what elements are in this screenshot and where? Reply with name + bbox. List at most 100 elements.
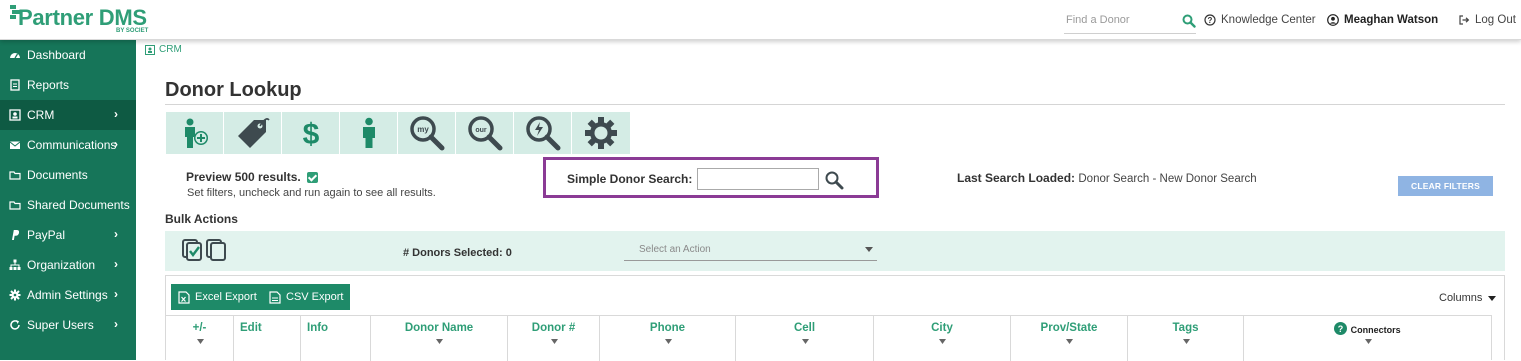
gifts-button[interactable]: $ (282, 112, 340, 154)
chevron-right-icon: › (114, 107, 118, 121)
filter-icon[interactable] (1182, 339, 1190, 344)
our-searches-button[interactable]: our (456, 112, 514, 154)
search-icon[interactable] (1182, 14, 1196, 28)
my-searches-button[interactable]: my (398, 112, 456, 154)
column-header-label: Donor # (531, 322, 576, 334)
filter-icon[interactable] (550, 339, 558, 344)
filter-icon[interactable] (1066, 339, 1073, 344)
user-menu[interactable]: Meaghan Watson (1327, 14, 1438, 26)
help-circle-icon[interactable]: ? (1334, 322, 1348, 335)
column-header-expand[interactable]: +/- (166, 316, 234, 361)
connectors-header: ? Connectors (1244, 322, 1491, 336)
preview-results-toggle[interactable]: Preview 500 results. (186, 170, 318, 184)
sidebar-item-communications[interactable]: Communications › (0, 130, 136, 160)
sidebar-item-documents[interactable]: Documents (0, 160, 136, 190)
paypal-icon (12, 230, 20, 240)
grid-scrollbar[interactable] (1491, 315, 1505, 360)
dollar-icon: $ (302, 118, 319, 149)
preview-checkbox[interactable] (306, 171, 318, 183)
columns-label: Columns (1439, 292, 1483, 304)
column-header-label: Connectors (1350, 325, 1401, 335)
column-header-edit[interactable]: Edit (234, 316, 301, 361)
sidebar-item-crm[interactable]: CRM › (0, 100, 136, 130)
column-header-connectors[interactable]: ? Connectors (1244, 316, 1491, 361)
sidebar-item-shared-documents[interactable]: Shared Documents (0, 190, 136, 220)
question-circle-icon: ? (1204, 14, 1216, 26)
person-icon (362, 117, 375, 148)
excel-export-button[interactable]: Excel Export (171, 284, 264, 310)
simple-search-input[interactable] (697, 168, 819, 190)
column-header-phone[interactable]: Phone (600, 316, 736, 361)
bulk-action-select[interactable]: Select an Action (624, 241, 877, 261)
envelope-icon (9, 141, 21, 149)
sidebar-item-admin-settings[interactable]: Admin Settings › (0, 280, 136, 310)
last-search-label: Last Search Loaded: (957, 171, 1076, 185)
title-divider (165, 104, 1505, 105)
svg-text:my: my (417, 125, 429, 134)
logout-link[interactable]: Log Out (1458, 14, 1516, 26)
chevron-right-icon: › (114, 317, 118, 331)
column-header-label: Info (307, 322, 329, 334)
bulk-actions-title: Bulk Actions (165, 212, 238, 226)
columns-menu-button[interactable]: Columns (1439, 292, 1497, 304)
column-header-tags[interactable]: Tags (1128, 316, 1244, 361)
column-header-donor-name[interactable]: Donor Name (371, 316, 508, 361)
tag-icon (237, 118, 270, 148)
knowledge-center-label: Knowledge Center (1221, 14, 1316, 26)
column-header-prov-state[interactable]: Prov/State (1011, 316, 1128, 361)
column-header-donor-number[interactable]: Donor # (508, 316, 600, 361)
column-header-city[interactable]: City (874, 316, 1011, 361)
donor-toolbar: $ my our (166, 112, 630, 154)
dashboard-icon (10, 53, 20, 59)
user-circle-icon (1327, 14, 1339, 26)
tags-button[interactable] (224, 112, 282, 154)
select-all-icon[interactable] (181, 237, 231, 263)
svg-text:$: $ (302, 118, 319, 149)
filter-icon[interactable] (436, 339, 443, 344)
column-header-label: +/- (192, 322, 207, 334)
page-title: Donor Lookup (165, 79, 302, 101)
simple-search-label: Simple Donor Search: (567, 172, 693, 186)
column-header-cell[interactable]: Cell (736, 316, 874, 361)
filter-icon[interactable] (664, 339, 672, 344)
search-settings-button[interactable] (572, 112, 630, 154)
simple-search-icon[interactable] (824, 170, 844, 190)
quick-search-button[interactable] (514, 112, 572, 154)
clear-filters-button[interactable]: CLEAR FILTERS (1398, 176, 1493, 196)
action-select-placeholder: Select an Action (639, 244, 711, 255)
preview-help-text: Set filters, uncheck and run again to se… (187, 187, 436, 199)
column-header-label: Donor Name (404, 322, 474, 334)
find-donor-input[interactable] (1064, 10, 1176, 30)
find-donor-search (1064, 8, 1196, 34)
report-icon (10, 79, 20, 91)
donors-selected-count: # Donors Selected: 0 (403, 247, 512, 259)
svg-text:our: our (475, 127, 487, 134)
add-donor-icon (184, 118, 208, 148)
my-search-icon: my (409, 116, 444, 151)
add-donor-button[interactable] (166, 112, 224, 154)
column-header-info[interactable]: Info (301, 316, 371, 361)
sidebar-item-label: Documents (27, 168, 88, 182)
partner-dms-logo[interactable]: Partner DMS BY SOCIET (10, 3, 150, 37)
filter-icon[interactable] (801, 339, 809, 344)
filter-icon[interactable] (1364, 339, 1372, 344)
filter-icon[interactable] (196, 339, 204, 344)
caret-down-icon (1488, 295, 1497, 301)
last-search-value: Donor Search - New Donor Search (1078, 173, 1257, 185)
csv-export-button[interactable]: CSV Export (262, 284, 351, 310)
sidebar-item-organization[interactable]: Organization › (0, 250, 136, 280)
crm-icon (9, 109, 21, 121)
breadcrumb[interactable]: CRM (145, 44, 182, 55)
folder-icon (9, 171, 21, 180)
knowledge-center-link[interactable]: ? Knowledge Center (1204, 14, 1316, 26)
filter-icon[interactable] (939, 339, 946, 344)
sidebar-item-label: Reports (27, 78, 70, 92)
csv-export-label: CSV Export (286, 291, 344, 303)
sidebar-item-dashboard[interactable]: Dashboard (0, 40, 136, 70)
sidebar-item-super-users[interactable]: Super Users › (0, 310, 136, 340)
folder-icon (9, 201, 21, 210)
sidebar-item-reports[interactable]: Reports (0, 70, 136, 100)
breadcrumb-crm: CRM (159, 44, 182, 55)
sidebar-item-paypal[interactable]: PayPal › (0, 220, 136, 250)
contact-button[interactable] (340, 112, 398, 154)
